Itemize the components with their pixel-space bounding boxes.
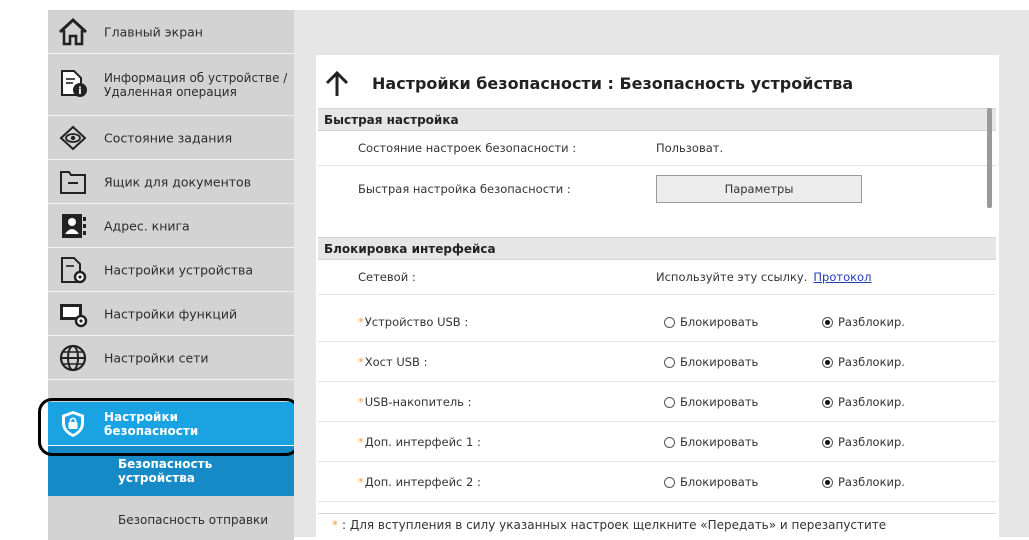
footer-text: *: Для вступления в силу указанных настр…	[332, 518, 887, 532]
radio-button-icon	[664, 316, 675, 328]
sidebar-item-label: Ящик для документов	[104, 174, 252, 189]
sidebar-item-label: Главный экран	[104, 24, 203, 39]
row-label: *Доп. интерфейс 1 :	[358, 434, 481, 449]
sidebar-subitem-send-security[interactable]: Безопасность отправки	[48, 500, 294, 540]
sidebar-item-label: Состояние задания	[104, 130, 233, 145]
network-hint: Используйте эту ссылку.	[656, 270, 808, 284]
row-usb-storage: *USB-накопитель : Блокировать Разблокир.	[318, 382, 996, 422]
scrollbar[interactable]	[987, 108, 992, 208]
sidebar-item-home[interactable]: Главный экран	[48, 10, 294, 54]
required-star: *	[358, 474, 364, 489]
row-quick-setup: Быстрая настройка безопасности : Парамет…	[318, 166, 996, 212]
radio-button-selected-icon	[822, 316, 833, 328]
footer-note: *: Для вступления в силу указанных настр…	[318, 513, 996, 538]
sidebar-item-job-status[interactable]: Состояние задания	[48, 116, 294, 160]
row-network: Сетевой : Используйте эту ссылку. Протоко…	[318, 260, 996, 295]
row-label: *USB-накопитель :	[358, 394, 472, 409]
sidebar-item-function-settings[interactable]: Настройки функций	[48, 292, 294, 336]
row-usb-device: *Устройство USB : Блокировать Разблокир.	[318, 302, 996, 342]
radio-lock[interactable]: Блокировать	[664, 395, 758, 409]
section-title: Блокировка интерфейса	[324, 242, 496, 256]
globe-icon	[59, 344, 87, 372]
sidebar-item-address-book[interactable]: Адрес. книга	[48, 204, 294, 248]
radio-lock[interactable]: Блокировать	[664, 315, 758, 329]
radio-lock[interactable]: Блокировать	[664, 475, 758, 489]
required-star: *	[332, 518, 338, 532]
row-label: Состояние настроек безопасности :	[358, 141, 577, 155]
radio-button-icon	[664, 436, 675, 448]
sidebar-subitem-label: Безопасность устройства	[118, 457, 213, 485]
section-header-interface-lock: Блокировка интерфейса	[318, 237, 996, 260]
parameters-button[interactable]: Параметры	[656, 175, 862, 203]
eye-icon	[59, 125, 87, 151]
row-usb-host: *Хост USB : Блокировать Разблокир.	[318, 342, 996, 382]
required-star: *	[358, 354, 364, 369]
page-title: Настройки безопасности : Безопасность ус…	[372, 74, 854, 93]
row-value: Пользоват.	[656, 141, 724, 155]
required-star: *	[358, 394, 364, 409]
required-star: *	[358, 314, 364, 329]
section-header-quick: Быстрая настройка	[318, 108, 996, 131]
radio-button-icon	[664, 356, 675, 368]
radio-unlock[interactable]: Разблокир.	[822, 355, 905, 369]
sidebar-item-label: Настройки сети	[104, 350, 209, 365]
sidebar-item-label: Адрес. книга	[104, 218, 190, 233]
highlight-ring	[38, 398, 300, 456]
row-optional-interface-1: *Доп. интерфейс 1 : Блокировать Разблоки…	[318, 422, 996, 462]
sidebar-item-label: Настройки устройства	[104, 262, 254, 277]
device-info-icon: i	[61, 70, 87, 97]
radio-button-icon	[664, 396, 675, 408]
arrow-up-icon[interactable]	[323, 70, 351, 98]
sidebar: Главный экран i Информация об устройстве…	[48, 10, 294, 540]
row-optional-interface-2: *Доп. интерфейс 2 : Блокировать Разблоки…	[318, 462, 996, 502]
radio-unlock[interactable]: Разблокир.	[822, 435, 905, 449]
row-value: Используйте эту ссылку. Протокол	[656, 270, 871, 284]
radio-button-selected-icon	[822, 476, 833, 488]
sidebar-item-document-box[interactable]: Ящик для документов	[48, 160, 294, 204]
protocol-link[interactable]: Протокол	[813, 270, 871, 284]
document-box-icon	[60, 171, 86, 194]
sidebar-item-label: Информация об устройстве / Удаленная опе…	[104, 70, 288, 99]
row-label: *Хост USB :	[358, 354, 428, 369]
radio-unlock[interactable]: Разблокир.	[822, 475, 905, 489]
radio-button-icon	[664, 476, 675, 488]
sidebar-subitem-label: Безопасность отправки	[118, 513, 269, 527]
sidebar-item-network-settings[interactable]: Настройки сети	[48, 336, 294, 380]
radio-lock[interactable]: Блокировать	[664, 435, 758, 449]
device-settings-icon	[61, 257, 87, 284]
radio-unlock[interactable]: Разблокир.	[822, 315, 905, 329]
address-book-icon	[62, 214, 86, 238]
radio-button-selected-icon	[822, 356, 833, 368]
radio-lock[interactable]: Блокировать	[664, 355, 758, 369]
radio-unlock[interactable]: Разблокир.	[822, 395, 905, 409]
row-label: *Доп. интерфейс 2 :	[358, 474, 481, 489]
row-label: *Устройство USB :	[358, 314, 469, 329]
row-security-status: Состояние настроек безопасности : Пользо…	[318, 131, 996, 166]
required-star: *	[358, 434, 364, 449]
radio-button-selected-icon	[822, 396, 833, 408]
sidebar-item-label: Настройки функций	[104, 306, 238, 321]
svg-text:i: i	[78, 86, 81, 97]
function-settings-icon	[60, 304, 88, 328]
row-label: Сетевой :	[358, 270, 416, 284]
section-title: Быстрая настройка	[324, 113, 459, 127]
home-icon	[58, 17, 88, 46]
sidebar-item-device-settings[interactable]: Настройки устройства	[48, 248, 294, 292]
row-label: Быстрая настройка безопасности :	[358, 182, 571, 196]
radio-button-selected-icon	[822, 436, 833, 448]
sidebar-item-device-info[interactable]: i Информация об устройстве / Удаленная о…	[48, 54, 294, 116]
